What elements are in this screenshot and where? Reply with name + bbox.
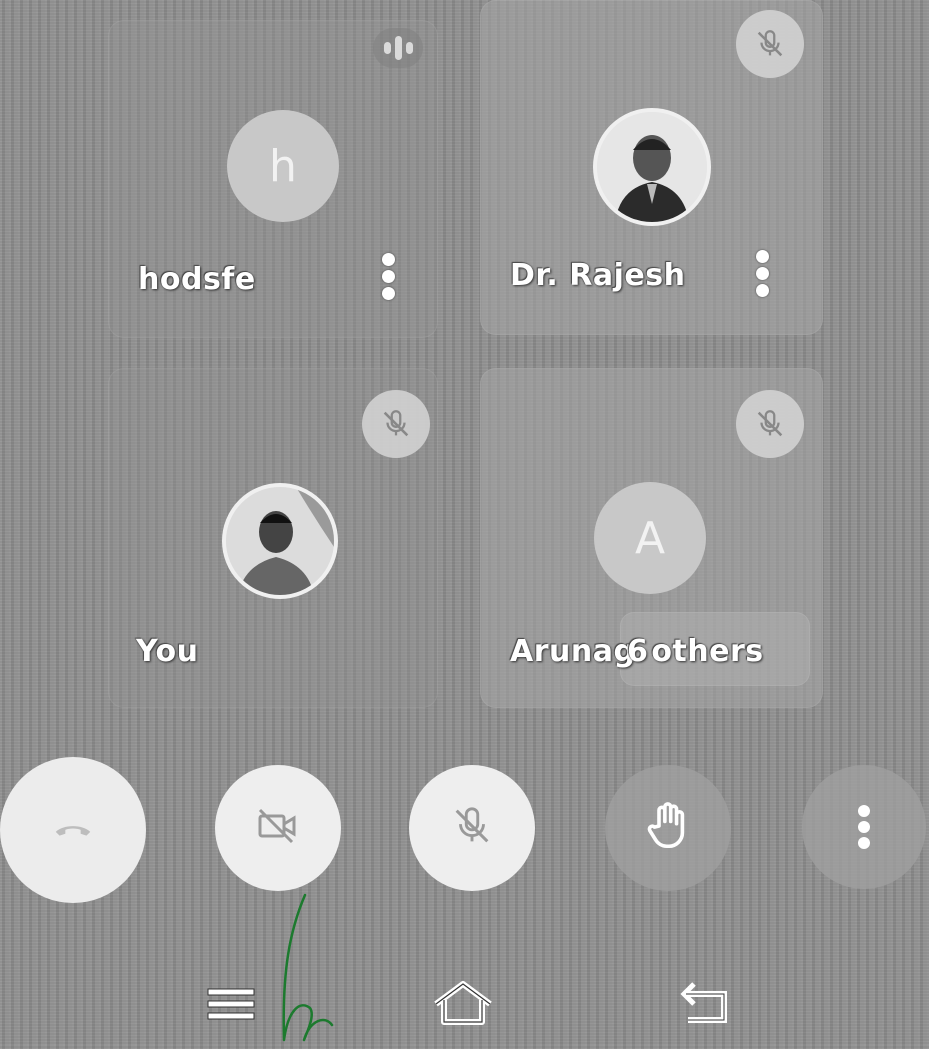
recents-button[interactable] xyxy=(206,985,258,1023)
home-icon xyxy=(430,981,496,1034)
camera-toggle-button[interactable] xyxy=(215,765,341,891)
menu-icon xyxy=(206,988,258,1027)
avatar-letter: A xyxy=(634,512,666,564)
participant-name: hodsfe xyxy=(138,262,256,297)
home-button[interactable] xyxy=(430,978,496,1030)
end-call-button[interactable] xyxy=(0,757,146,903)
back-button[interactable] xyxy=(678,982,734,1028)
handwritten-signature-mark xyxy=(270,890,340,1045)
mic-off-icon xyxy=(449,803,495,853)
mic-off-icon xyxy=(362,390,430,458)
mic-toggle-button[interactable] xyxy=(409,765,535,891)
participant-name: Arunag xyxy=(510,634,636,669)
participant-options-icon[interactable] xyxy=(378,253,398,300)
avatar: h xyxy=(227,110,339,222)
phone-hangup-icon xyxy=(50,805,96,855)
mic-off-icon xyxy=(736,390,804,458)
avatar xyxy=(222,483,338,599)
others-count-label: 6 others xyxy=(627,634,764,669)
mic-off-icon xyxy=(736,10,804,78)
more-vert-icon xyxy=(858,805,870,849)
participant-options-icon[interactable] xyxy=(752,250,772,297)
avatar-letter: h xyxy=(269,140,297,192)
avatar xyxy=(593,108,711,226)
video-off-icon xyxy=(254,802,302,854)
avatar: A xyxy=(594,482,706,594)
participant-name: You xyxy=(136,634,199,669)
participant-name: Dr. Rajesh xyxy=(510,258,686,293)
back-icon xyxy=(678,982,734,1032)
more-options-button[interactable] xyxy=(802,765,926,889)
hand-icon xyxy=(641,799,695,857)
raise-hand-button[interactable] xyxy=(605,765,731,891)
